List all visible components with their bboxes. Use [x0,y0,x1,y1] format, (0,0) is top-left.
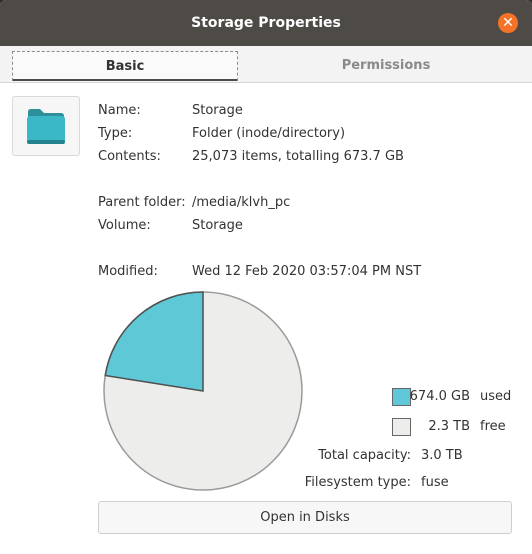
properties-window: Storage Properties ✕ Basic Permissions N… [0,0,532,554]
close-icon[interactable]: ✕ [498,13,518,33]
usage-pie-chart [103,291,303,491]
window-title: Storage Properties [191,15,341,31]
folder-icon [27,109,65,144]
used-size: 674.0 GB [409,389,470,404]
type-value: Folder (inode/directory) [192,126,346,141]
tab-permissions[interactable]: Permissions [240,51,532,80]
tab-bar: Basic Permissions [0,46,532,83]
modified-label: Modified: [98,264,158,279]
type-label: Type: [98,126,133,141]
tab-basic[interactable]: Basic [12,51,238,81]
used-label: used [480,389,512,404]
folder-icon-frame [12,96,80,156]
capacity-label: Total capacity: [318,448,411,463]
capacity-value: 3.0 TB [421,448,463,463]
title-bar: Storage Properties ✕ [0,0,532,46]
contents-value: 25,073 items, totalling 673.7 GB [192,149,404,164]
filesystem-type-value: fuse [421,475,449,490]
filesystem-type-label: Filesystem type: [304,475,411,490]
volume-label: Volume: [98,218,151,233]
parent-folder-value: /media/klvh_pc [192,195,291,210]
name-value: Storage [192,103,243,118]
contents-label: Contents: [98,149,161,164]
volume-value: Storage [192,218,243,233]
open-in-disks-button[interactable]: Open in Disks [98,501,512,534]
parent-folder-label: Parent folder: [98,195,186,210]
name-label: Name: [98,103,141,118]
modified-value: Wed 12 Feb 2020 03:57:04 PM NST [192,264,422,279]
free-label: free [480,419,506,434]
free-size: 2.3 TB [428,419,470,434]
pie-used-slice [104,291,204,392]
